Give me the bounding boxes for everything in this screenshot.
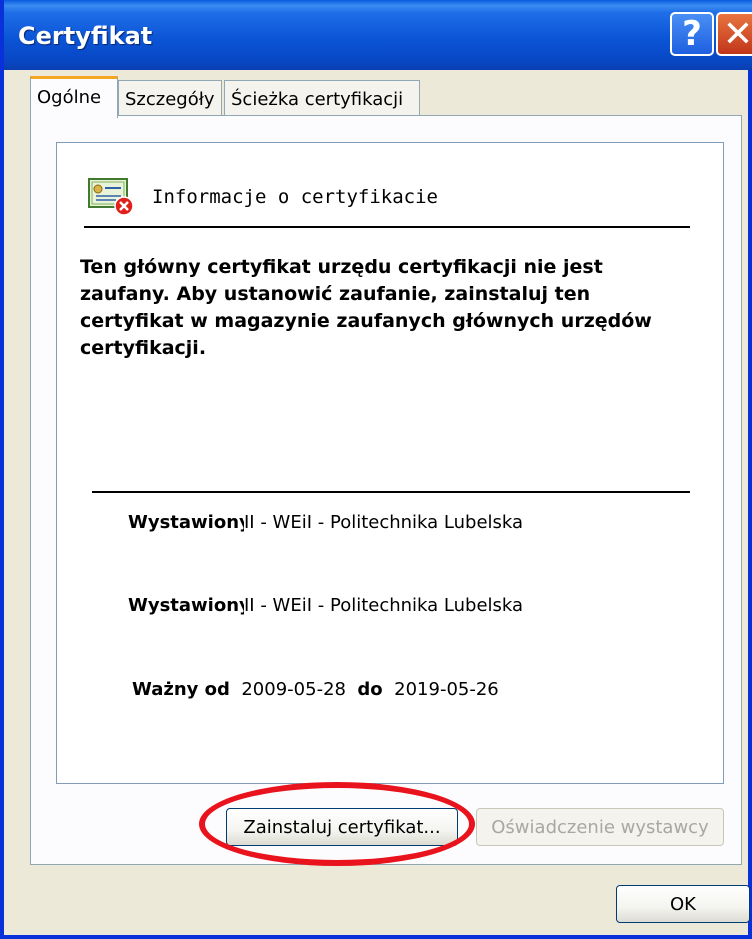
ok-button[interactable]: OK	[616, 885, 750, 923]
issued-to-value: II - WEiI - Politechnika Lubelska	[244, 512, 524, 533]
divider-bottom	[92, 491, 690, 493]
issued-to-label: Wystawiony	[128, 512, 244, 533]
install-certificate-button[interactable]: Zainstaluj certyfikat...	[226, 808, 458, 846]
close-icon: ✕	[722, 13, 752, 55]
divider-top	[84, 226, 690, 228]
issued-by-label: Wystawiony	[128, 595, 244, 616]
close-button[interactable]: ✕	[716, 12, 752, 56]
valid-to-value: 2019-05-26	[394, 679, 499, 700]
certificate-error-icon	[88, 178, 134, 216]
tab-general[interactable]: Ogólne	[30, 76, 118, 118]
certificate-dialog: Certyfikat ? ✕ Ogólne Szczegóły Ścieżka …	[0, 0, 752, 939]
help-button[interactable]: ?	[670, 12, 714, 56]
title-bar[interactable]: Certyfikat ? ✕	[4, 0, 752, 70]
valid-from-label: Ważny od	[132, 679, 230, 700]
trust-warning-text: Ten główny certyfikat urzędu certyfikacj…	[80, 256, 652, 359]
info-title: Informacje o certyfikacie	[152, 186, 438, 208]
valid-to-label: do	[357, 679, 383, 700]
valid-from-value: 2009-05-28	[241, 679, 346, 700]
help-icon: ?	[682, 14, 702, 54]
tab-details[interactable]: Szczegóły	[118, 80, 222, 116]
issued-by-row: WystawionyII - WEiI - Politechnika Lubel…	[128, 595, 523, 616]
validity-row: Ważny od 2009-05-28 do 2019-05-26	[132, 679, 499, 700]
issuer-statement-button[interactable]: Oświadczenie wystawcy	[476, 808, 724, 846]
window-title: Certyfikat	[18, 22, 153, 50]
tab-certification-path[interactable]: Ścieżka certyfikacji	[224, 80, 420, 116]
issued-by-value: II - WEiI - Politechnika Lubelska	[244, 595, 524, 616]
issued-to-row: WystawionyII - WEiI - Politechnika Lubel…	[128, 512, 523, 533]
